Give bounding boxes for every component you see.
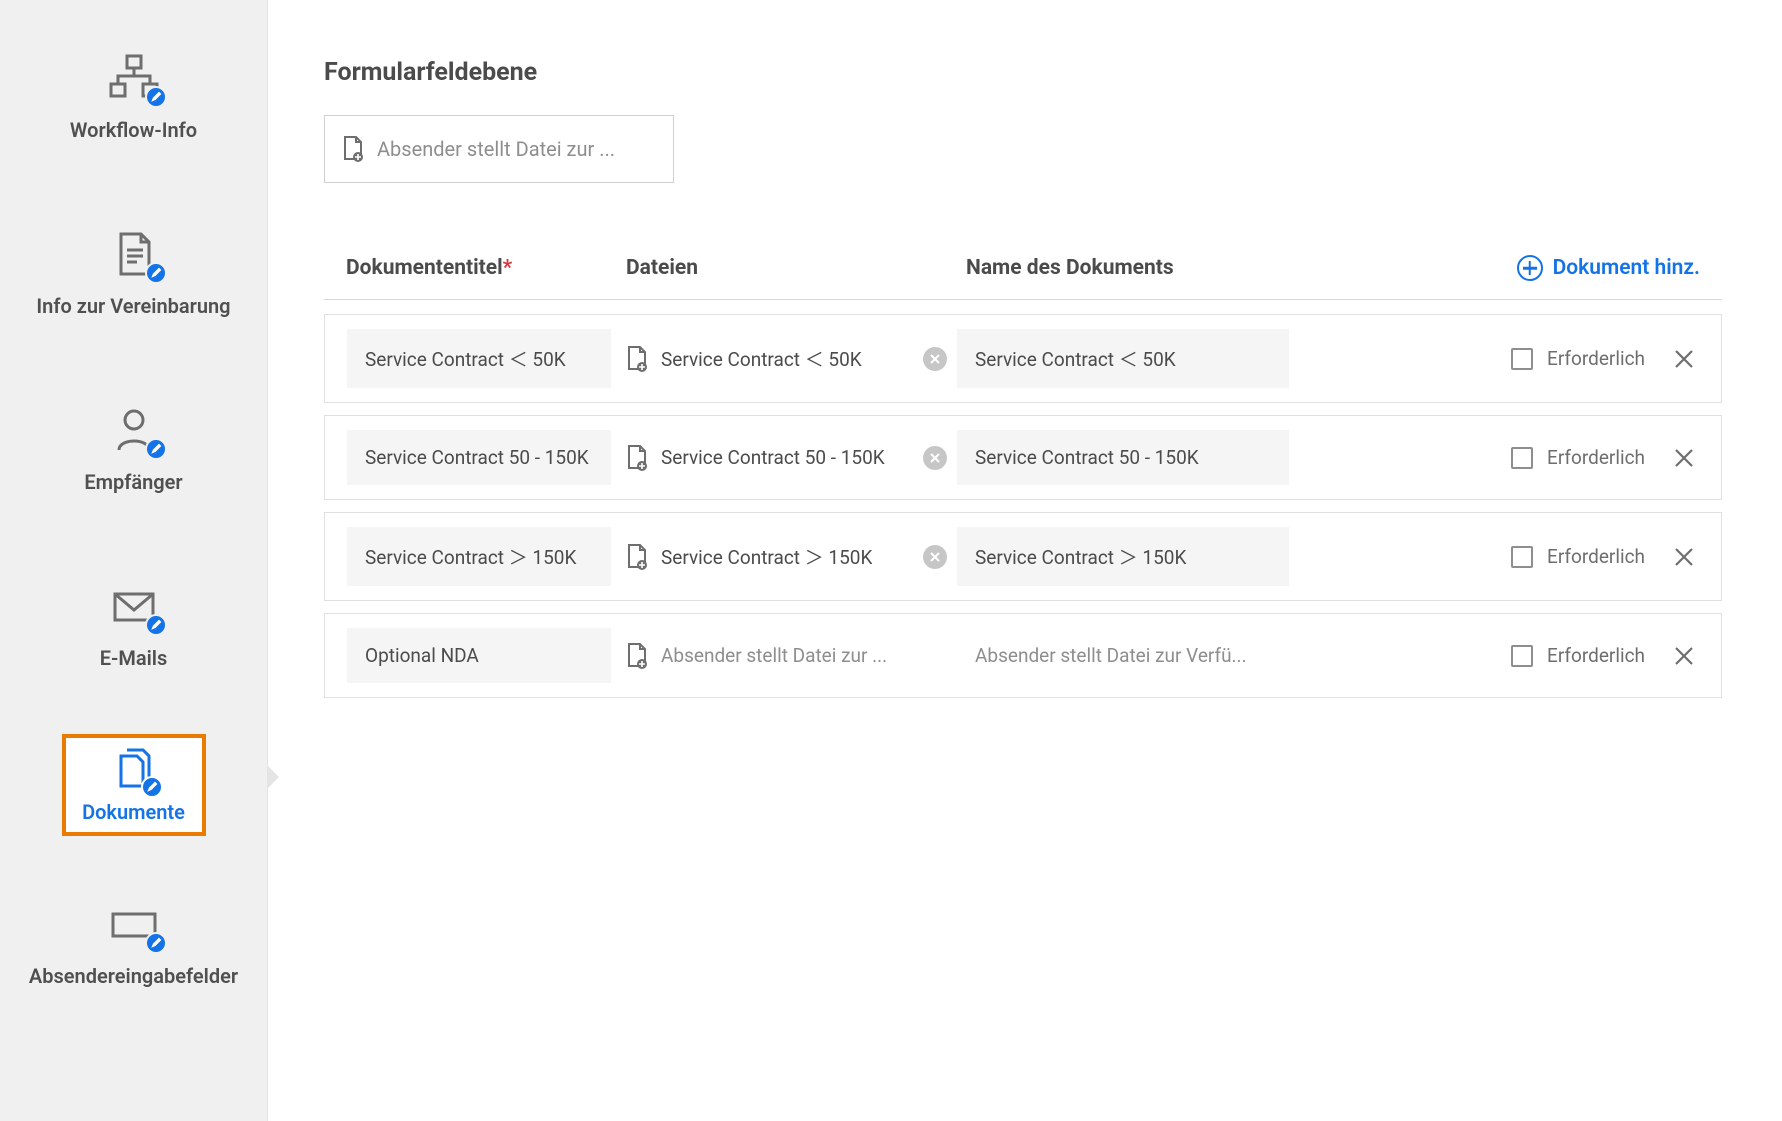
delete-row-button[interactable] [1669, 443, 1699, 473]
document-title-input[interactable]: Optional NDA [347, 628, 611, 683]
sidebar-item-sender-fields[interactable]: Absendereingabefelder [24, 876, 244, 1012]
delete-row-button[interactable] [1669, 641, 1699, 671]
required-checkbox[interactable] [1511, 645, 1533, 667]
column-header-files: Dateien [626, 256, 966, 280]
required-label: Erforderlich [1547, 446, 1645, 469]
plus-circle-icon [1517, 255, 1543, 281]
document-file-label: Service Contract ＜ 50K [661, 345, 862, 372]
file-add-icon [625, 444, 649, 472]
documents-icon [111, 748, 157, 792]
required-checkbox[interactable] [1511, 348, 1533, 370]
sidebar-item-label: Info zur Vereinbarung [36, 294, 230, 318]
document-file-label: Service Contract 50 - 150K [661, 446, 885, 469]
document-file-cell[interactable]: Service Contract ＞ 150K [625, 543, 957, 571]
file-add-icon [341, 135, 365, 163]
sidebar: Workflow-Info Info zur Vereinbarung Emp [0, 0, 268, 1121]
workflow-icon [107, 54, 161, 102]
active-tab-indicator [267, 765, 279, 789]
document-file-cell[interactable]: Absender stellt Datei zur ... [625, 642, 957, 670]
required-star-icon: * [503, 256, 513, 280]
document-info-icon [107, 230, 161, 278]
sidebar-item-recipients[interactable]: Empfänger [24, 382, 244, 518]
required-checkbox-group: Erforderlich [1511, 446, 1645, 469]
document-file-label: Absender stellt Datei zur ... [661, 644, 887, 667]
emails-icon [107, 582, 161, 630]
edit-badge-icon [145, 262, 167, 284]
document-name-input[interactable]: Absender stellt Datei zur Verfü... [957, 628, 1289, 683]
required-checkbox[interactable] [1511, 447, 1533, 469]
sidebar-item-label: Absendereingabefelder [29, 964, 238, 988]
section-title: Formularfeldebene [324, 58, 1722, 87]
column-header-title: Dokumententitel* [346, 256, 626, 280]
document-title-input[interactable]: Service Contract 50 - 150K [347, 430, 611, 485]
delete-row-button[interactable] [1669, 344, 1699, 374]
document-row: Service Contract ＜ 50K Service Contract … [324, 314, 1722, 403]
main-panel: Formularfeldebene Absender stellt Datei … [268, 0, 1782, 1121]
required-checkbox-group: Erforderlich [1511, 644, 1645, 667]
sidebar-item-label: Workflow-Info [70, 118, 197, 142]
recipients-icon [107, 406, 161, 454]
document-name-input[interactable]: Service Contract 50 - 150K [957, 430, 1289, 485]
required-label: Erforderlich [1547, 347, 1645, 370]
sender-fields-icon [107, 900, 161, 948]
form-field-layer-placeholder: Absender stellt Datei zur ... [377, 137, 615, 161]
document-file-cell[interactable]: Service Contract 50 - 150K [625, 444, 957, 472]
sidebar-item-label: Empfänger [84, 470, 182, 494]
document-title-input[interactable]: Service Contract ＜ 50K [347, 329, 611, 388]
column-header-name: Name des Dokuments [966, 256, 1517, 280]
add-document-button[interactable]: Dokument hinz. [1517, 255, 1700, 281]
document-name-input[interactable]: Service Contract ＞ 150K [957, 527, 1289, 586]
sidebar-item-documents[interactable]: Dokumente [62, 734, 206, 836]
document-row: Optional NDA Absender stellt Datei zur .… [324, 613, 1722, 698]
document-file-cell[interactable]: Service Contract ＜ 50K [625, 345, 957, 373]
required-checkbox-group: Erforderlich [1511, 347, 1645, 370]
sidebar-item-label: Dokumente [82, 800, 185, 824]
documents-table-header: Dokumententitel* Dateien Name des Dokume… [324, 255, 1722, 300]
form-field-layer-input[interactable]: Absender stellt Datei zur ... [324, 115, 674, 183]
remove-file-button[interactable] [923, 446, 947, 470]
required-label: Erforderlich [1547, 545, 1645, 568]
required-checkbox[interactable] [1511, 546, 1533, 568]
document-file-label: Service Contract ＞ 150K [661, 543, 872, 570]
document-row: Service Contract 50 - 150K Service Contr… [324, 415, 1722, 500]
edit-badge-icon [145, 86, 167, 108]
remove-file-button[interactable] [923, 545, 947, 569]
add-document-label: Dokument hinz. [1553, 256, 1700, 280]
file-add-icon [625, 543, 649, 571]
file-add-icon [625, 642, 649, 670]
sidebar-item-workflow-info[interactable]: Workflow-Info [24, 30, 244, 166]
edit-badge-icon [145, 614, 167, 636]
delete-row-button[interactable] [1669, 542, 1699, 572]
edit-badge-icon [145, 438, 167, 460]
edit-badge-icon [145, 932, 167, 954]
document-title-input[interactable]: Service Contract ＞ 150K [347, 527, 611, 586]
required-checkbox-group: Erforderlich [1511, 545, 1645, 568]
file-add-icon [625, 345, 649, 373]
document-name-input[interactable]: Service Contract ＜ 50K [957, 329, 1289, 388]
documents-table-body: Service Contract ＜ 50K Service Contract … [324, 314, 1722, 698]
sidebar-item-agreement-info[interactable]: Info zur Vereinbarung [24, 206, 244, 342]
required-label: Erforderlich [1547, 644, 1645, 667]
sidebar-item-emails[interactable]: E-Mails [24, 558, 244, 694]
document-row: Service Contract ＞ 150K Service Contract… [324, 512, 1722, 601]
edit-badge-icon [141, 776, 163, 798]
sidebar-item-label: E-Mails [100, 646, 168, 670]
remove-file-button[interactable] [923, 347, 947, 371]
